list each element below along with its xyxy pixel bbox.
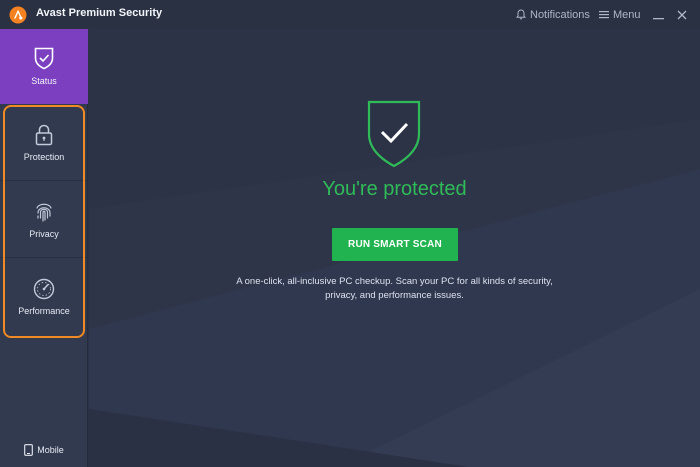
shield-check-icon — [34, 47, 54, 70]
mobile-phone-icon — [24, 444, 34, 456]
sidebar-item-mobile[interactable]: Mobile — [0, 440, 88, 460]
speedometer-icon — [33, 278, 55, 300]
sidebar-item-label: Privacy — [29, 228, 59, 239]
close-button[interactable] — [677, 0, 691, 29]
scan-description: A one-click, all-inclusive PC checkup. S… — [219, 275, 570, 303]
lock-icon — [35, 124, 53, 145]
sidebar: Status Protection Privacy Performance Mo… — [0, 29, 88, 467]
notifications-label: Notifications — [530, 8, 590, 21]
close-icon — [677, 10, 687, 19]
sidebar-item-label: Performance — [18, 306, 70, 316]
sidebar-item-protection[interactable]: Protection — [0, 105, 88, 181]
run-smart-scan-button[interactable]: RUN SMART SCAN — [332, 228, 458, 261]
sidebar-item-label: Protection — [23, 151, 65, 162]
bell-icon — [516, 9, 526, 20]
sidebar-item-label: Status — [31, 76, 57, 86]
hamburger-icon — [599, 11, 609, 19]
description-line: A one-click, all-inclusive PC checkup. S… — [236, 276, 553, 287]
menu-label: Menu — [613, 8, 641, 21]
minimize-button[interactable] — [653, 0, 668, 29]
sidebar-item-privacy[interactable]: Privacy — [0, 182, 88, 258]
description-line: privacy, and performance issues. — [325, 290, 464, 301]
main-panel: You're protected RUN SMART SCAN A one-cl… — [89, 29, 700, 467]
fingerprint-icon — [36, 203, 52, 222]
app-title: Avast Premium Security — [36, 7, 163, 19]
sidebar-item-performance[interactable]: Performance — [0, 259, 88, 335]
menu-button[interactable]: Menu — [599, 0, 641, 29]
sidebar-item-status[interactable]: Status — [0, 29, 88, 104]
minimize-icon — [653, 18, 664, 20]
notifications-button[interactable]: Notifications — [516, 0, 590, 29]
title-bar: Avast Premium Security Notifications Men… — [0, 0, 700, 29]
status-title: You're protected — [322, 178, 467, 200]
mobile-label: Mobile — [37, 445, 64, 455]
protected-shield-icon — [367, 100, 421, 168]
avast-logo-icon — [9, 6, 27, 24]
